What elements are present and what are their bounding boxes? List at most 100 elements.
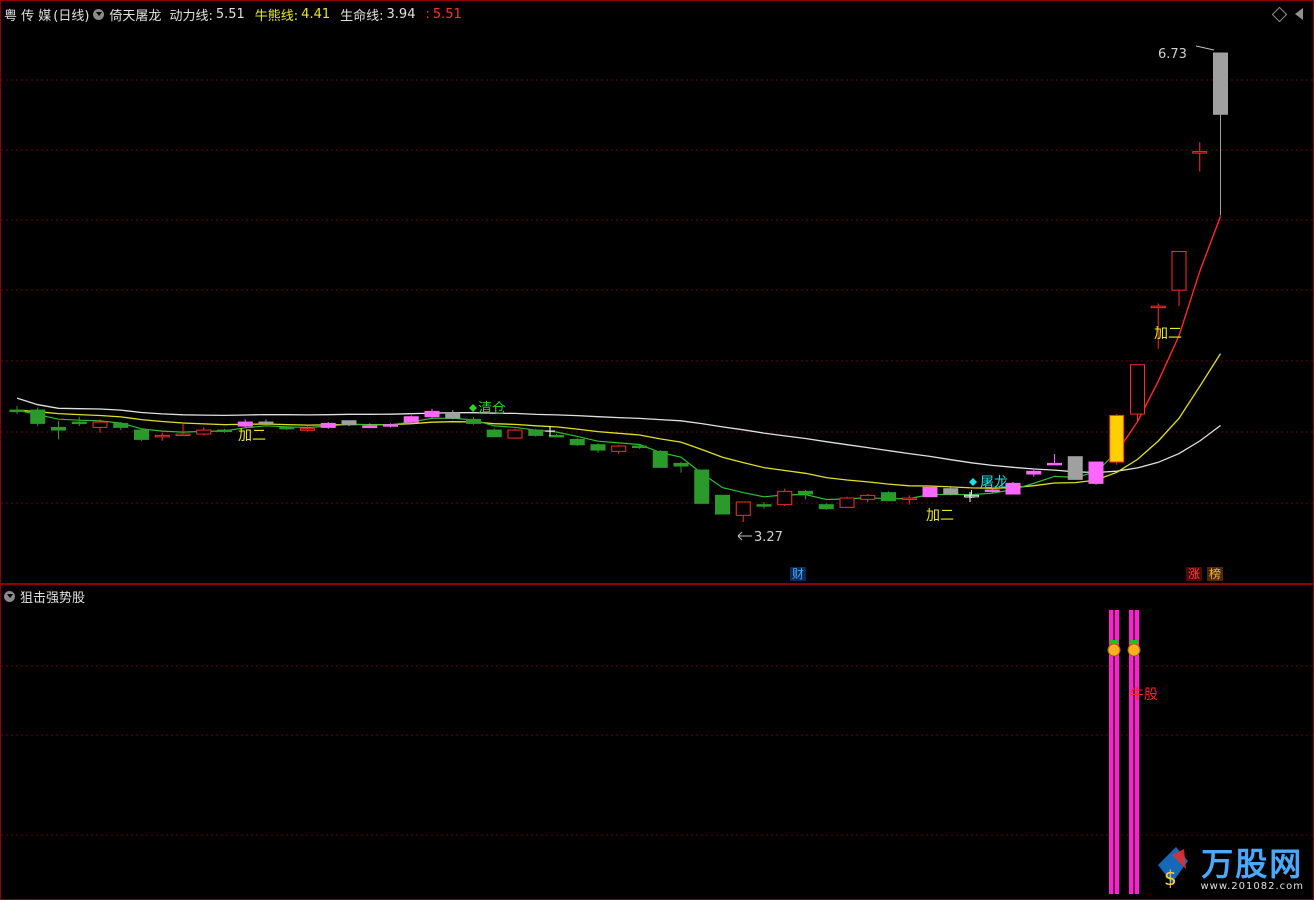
main-panel-border [0,0,1314,584]
dongli-value: 5.51 [215,6,245,22]
tulong-label: 屠龙 [980,475,1008,491]
candle-body [237,421,253,427]
scroll-arrow-icon[interactable] [1295,8,1303,20]
shengming-line [16,397,1221,474]
candle-body [196,429,212,435]
low-price-label: 3.27 [754,530,783,545]
candle-body [652,450,668,468]
extra-label: : [425,6,430,22]
candle-body [279,426,295,430]
candle-body [694,469,710,504]
signal-leaf-icon [1110,640,1118,644]
svg-text:$: $ [1164,866,1177,889]
cross-marker-2 [545,426,555,436]
candle-body [403,416,419,423]
watermark: $ 万股网 www.201082.com [1158,845,1304,892]
candle-body [507,429,523,439]
candle-body [154,434,170,438]
chart-header: 粤 传 媒 (日线) 倚天屠龙 动力线: 5.51 牛熊线: 4.41 生命线:… [4,5,467,24]
dongli-label: 动力线: [169,8,213,24]
candle-body [466,418,481,424]
signal-coin-icon [1107,643,1121,657]
candle-body [818,504,834,510]
chart-canvas[interactable] [0,0,1314,900]
candle-body [113,422,129,428]
qingcang-label: 清仓 [478,401,506,417]
candle-body [445,412,461,419]
candle-body [1192,151,1208,154]
candle-body [217,429,232,433]
candle-body [901,497,917,501]
candle-body [860,494,876,500]
niuxiong-value: 4.41 [301,6,331,22]
candle-body [611,445,627,452]
watermark-logo-icon: $ [1158,847,1189,890]
indicator-name[interactable]: 倚天屠龙 [109,5,161,24]
candle-body [881,492,896,502]
dropdown-icon[interactable] [4,590,15,602]
candle-body [1026,470,1042,475]
candle-body [1088,461,1104,484]
badge-zhang[interactable]: 涨 [1186,567,1203,581]
candle-body [1130,364,1145,415]
high-arrow [1195,45,1215,51]
niuxiong-line [16,353,1222,489]
candle-body [1213,52,1228,115]
low-arrow [737,531,752,541]
candle-body [1067,456,1083,480]
watermark-logo-icon: $ [1154,843,1192,890]
cross-marker [965,492,975,502]
candle-body [528,429,544,436]
candle-body [569,438,585,446]
badge-bang[interactable]: 榜 [1207,567,1224,581]
candle-body [1109,414,1125,463]
candle-body [486,429,502,438]
candle-body [175,433,191,437]
shengming-value: 3.94 [386,6,416,22]
lower-signal-label: 牛股 [1130,687,1158,703]
candle-body [922,486,938,498]
candle-body [51,426,66,431]
candle-body [134,429,149,440]
candle-body [590,444,606,451]
period-label: (日线) [53,8,90,24]
candle-body [632,445,647,449]
candle-body [362,425,378,429]
candle-body [9,409,25,413]
candle-body [839,497,855,508]
candle-body [341,420,357,426]
watermark-url: www.201082.com [1200,881,1304,892]
signal-coin-icon [1127,643,1141,657]
candle-body [549,434,564,438]
diamond-marker-2 [469,404,477,412]
candle-body [258,421,274,425]
candle-body [1171,251,1187,291]
candle-body [715,494,730,515]
diamond-marker [969,478,977,486]
candle-body [300,428,315,431]
stock-name: 粤 传 媒 [4,8,52,24]
candle-body [673,462,689,467]
niuxiong-label: 牛熊线: [254,8,299,24]
candle-body [756,504,772,507]
candle-body [1005,482,1021,495]
candle-body [943,488,959,495]
extra-value: 5.51 [432,6,462,22]
candle-body [92,421,108,428]
signal-leaf-icon [1130,640,1138,644]
candle-body [383,424,398,427]
candle-body [1150,305,1166,309]
badge-cai[interactable]: 财 [790,567,807,581]
shengming-label: 生命线: [340,8,384,24]
jiaer-label-3: 加二 [1154,326,1182,342]
jiaer-label-1: 加二 [238,428,266,444]
lower-panel-header: 狙击强势股 [0,587,90,606]
watermark-title: 万股网 [1201,845,1304,883]
candle-body [71,421,87,425]
candle-body [1047,462,1062,466]
candle-body [777,490,793,506]
lower-panel-title[interactable]: 狙击强势股 [20,587,85,606]
high-price-label: 6.73 [1158,47,1187,62]
dropdown-icon[interactable] [93,8,105,20]
candle-body [424,410,440,418]
